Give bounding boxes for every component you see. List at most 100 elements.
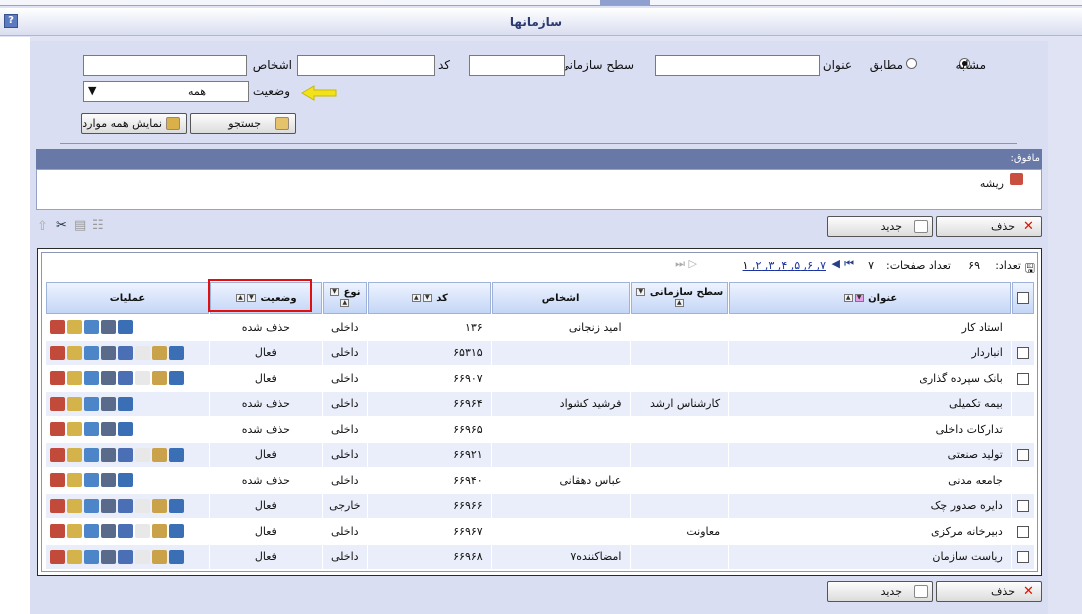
row-title[interactable]: تدارکات داخلی (729, 417, 1011, 442)
page-links[interactable]: ۷, ۶, ۵, ۴, ۳, ۲, ۱ (743, 259, 826, 272)
sort-down-icon[interactable]: ▼ (854, 293, 864, 302)
row-title[interactable]: بیمه تکمیلی (729, 391, 1011, 416)
table-row[interactable]: فعال داخلی ۶۶۹۰۷ بانک سپرده گذاری (46, 366, 1034, 391)
folder-icon[interactable] (67, 396, 82, 411)
status-select[interactable]: همه ▼ (83, 81, 249, 102)
card-icon[interactable] (50, 473, 65, 488)
code-input[interactable] (297, 55, 435, 76)
edit-icon[interactable] (118, 422, 133, 437)
folder-icon[interactable] (67, 473, 82, 488)
folder-icon[interactable] (67, 447, 82, 462)
key-icon[interactable] (152, 371, 167, 386)
tree-icon[interactable]: ☷ (92, 218, 104, 233)
history-icon[interactable] (135, 549, 150, 564)
row-select[interactable] (1012, 366, 1034, 391)
folder-icon[interactable] (67, 524, 82, 539)
table-row[interactable]: حذف شده داخلی ۱۳۶ امید زنجانی استاد کار (46, 315, 1034, 340)
move-icon[interactable] (84, 473, 99, 488)
row-title[interactable]: انباردار (729, 340, 1011, 365)
select-all-checkbox[interactable] (1016, 292, 1029, 304)
edit-icon[interactable] (169, 498, 184, 513)
root-link[interactable]: ریشه (980, 177, 1004, 190)
move-icon[interactable] (84, 345, 99, 360)
row-checkbox[interactable] (1016, 372, 1029, 385)
write-icon[interactable] (101, 371, 116, 386)
mode-exact-radio[interactable] (906, 58, 917, 69)
last-page-icon[interactable]: ⏮ (844, 257, 854, 271)
edit-icon[interactable] (118, 473, 133, 488)
row-checkbox[interactable] (1016, 449, 1029, 462)
row-title[interactable]: دبیرخانه مرکزی (729, 519, 1011, 544)
row-title[interactable]: استاد کار (729, 315, 1011, 340)
row-select[interactable] (1012, 315, 1034, 340)
history-icon[interactable] (135, 498, 150, 513)
table-row[interactable]: حذف شده داخلی ۶۶۹۶۴ فرشید کشواد کارشناس ارشد… (46, 391, 1034, 416)
write-icon[interactable] (101, 524, 116, 539)
row-select[interactable] (1012, 417, 1034, 442)
folder-icon[interactable] (67, 371, 82, 386)
history-icon[interactable] (135, 371, 150, 386)
folder-icon[interactable] (67, 498, 82, 513)
history-icon[interactable] (135, 447, 150, 462)
header-org-level[interactable]: سطح سازمانی ▼▲ (630, 282, 729, 314)
card-icon[interactable] (50, 396, 65, 411)
move-icon[interactable] (84, 549, 99, 564)
sort-down-icon[interactable]: ▼ (330, 288, 340, 296)
row-select[interactable] (1011, 442, 1034, 467)
move-icon[interactable] (84, 524, 99, 539)
help-icon[interactable]: ? (4, 14, 18, 28)
card-icon[interactable] (50, 371, 65, 386)
row-title[interactable]: جامعه مدنی (729, 468, 1011, 493)
card-icon[interactable] (50, 524, 65, 539)
move-icon[interactable] (84, 422, 99, 437)
show-all-button[interactable]: نمایش همه موارد (81, 113, 187, 134)
row-select[interactable] (1011, 493, 1034, 518)
sort-up-icon[interactable]: ▲ (411, 293, 421, 302)
card-icon[interactable] (50, 422, 65, 437)
write-icon[interactable] (101, 498, 116, 513)
grid-icon[interactable] (118, 345, 133, 360)
move-icon[interactable] (84, 498, 99, 513)
edit-icon[interactable] (169, 371, 184, 386)
org-level-input[interactable] (469, 55, 565, 76)
header-code[interactable]: کد ▼▲ (367, 282, 491, 314)
history-icon[interactable] (101, 320, 116, 335)
key-icon[interactable] (152, 345, 167, 360)
card-icon[interactable] (50, 549, 65, 564)
paste-icon[interactable]: ▤ (74, 218, 86, 233)
folder-icon[interactable] (67, 549, 82, 564)
card-icon[interactable] (50, 345, 65, 360)
card-icon[interactable] (50, 447, 65, 462)
row-title[interactable]: تولید صنعتی (729, 442, 1011, 467)
row-select[interactable] (1011, 544, 1034, 569)
row-select[interactable] (1012, 519, 1034, 544)
row-select[interactable] (1011, 391, 1034, 416)
save-icon[interactable]: 🖫 (1025, 259, 1035, 280)
search-button[interactable]: جستجو (190, 113, 296, 134)
card-icon[interactable] (50, 498, 65, 513)
key-icon[interactable] (152, 447, 167, 462)
grid-icon[interactable] (118, 498, 133, 513)
grid-icon[interactable] (118, 549, 133, 564)
header-type[interactable]: نوع ▼ ▲ (322, 282, 367, 314)
table-row[interactable]: فعال داخلی ۶۶۹۲۱ تولید صنعتی (46, 442, 1034, 467)
prev-page-icon[interactable]: ▷ (689, 257, 697, 270)
edit-icon[interactable] (169, 447, 184, 462)
row-title[interactable]: بانک سپرده گذاری (729, 366, 1011, 391)
history-icon[interactable] (101, 473, 116, 488)
row-select[interactable] (1011, 340, 1034, 365)
move-icon[interactable] (84, 396, 99, 411)
sort-up-icon[interactable]: ▲ (843, 293, 853, 302)
row-checkbox[interactable] (1016, 500, 1029, 513)
table-row[interactable]: فعال خارجی ۶۶۹۶۶ دایره صدور چک (46, 493, 1034, 518)
table-row[interactable]: فعال داخلی ۶۵۳۱۵ انباردار (46, 340, 1034, 365)
up-arrow-icon[interactable]: ⇧ (37, 219, 48, 234)
history-icon[interactable] (101, 396, 116, 411)
write-icon[interactable] (101, 549, 116, 564)
first-page-icon[interactable]: ⏭ (675, 257, 685, 271)
next-page-icon[interactable]: ◀ (832, 257, 840, 270)
edit-icon[interactable] (118, 396, 133, 411)
sort-down-icon[interactable]: ▼ (636, 288, 646, 296)
move-icon[interactable] (84, 320, 99, 335)
table-row[interactable]: حذف شده داخلی ۶۶۹۴۰ عباس دهقانی جامعه مدنی (46, 468, 1034, 493)
